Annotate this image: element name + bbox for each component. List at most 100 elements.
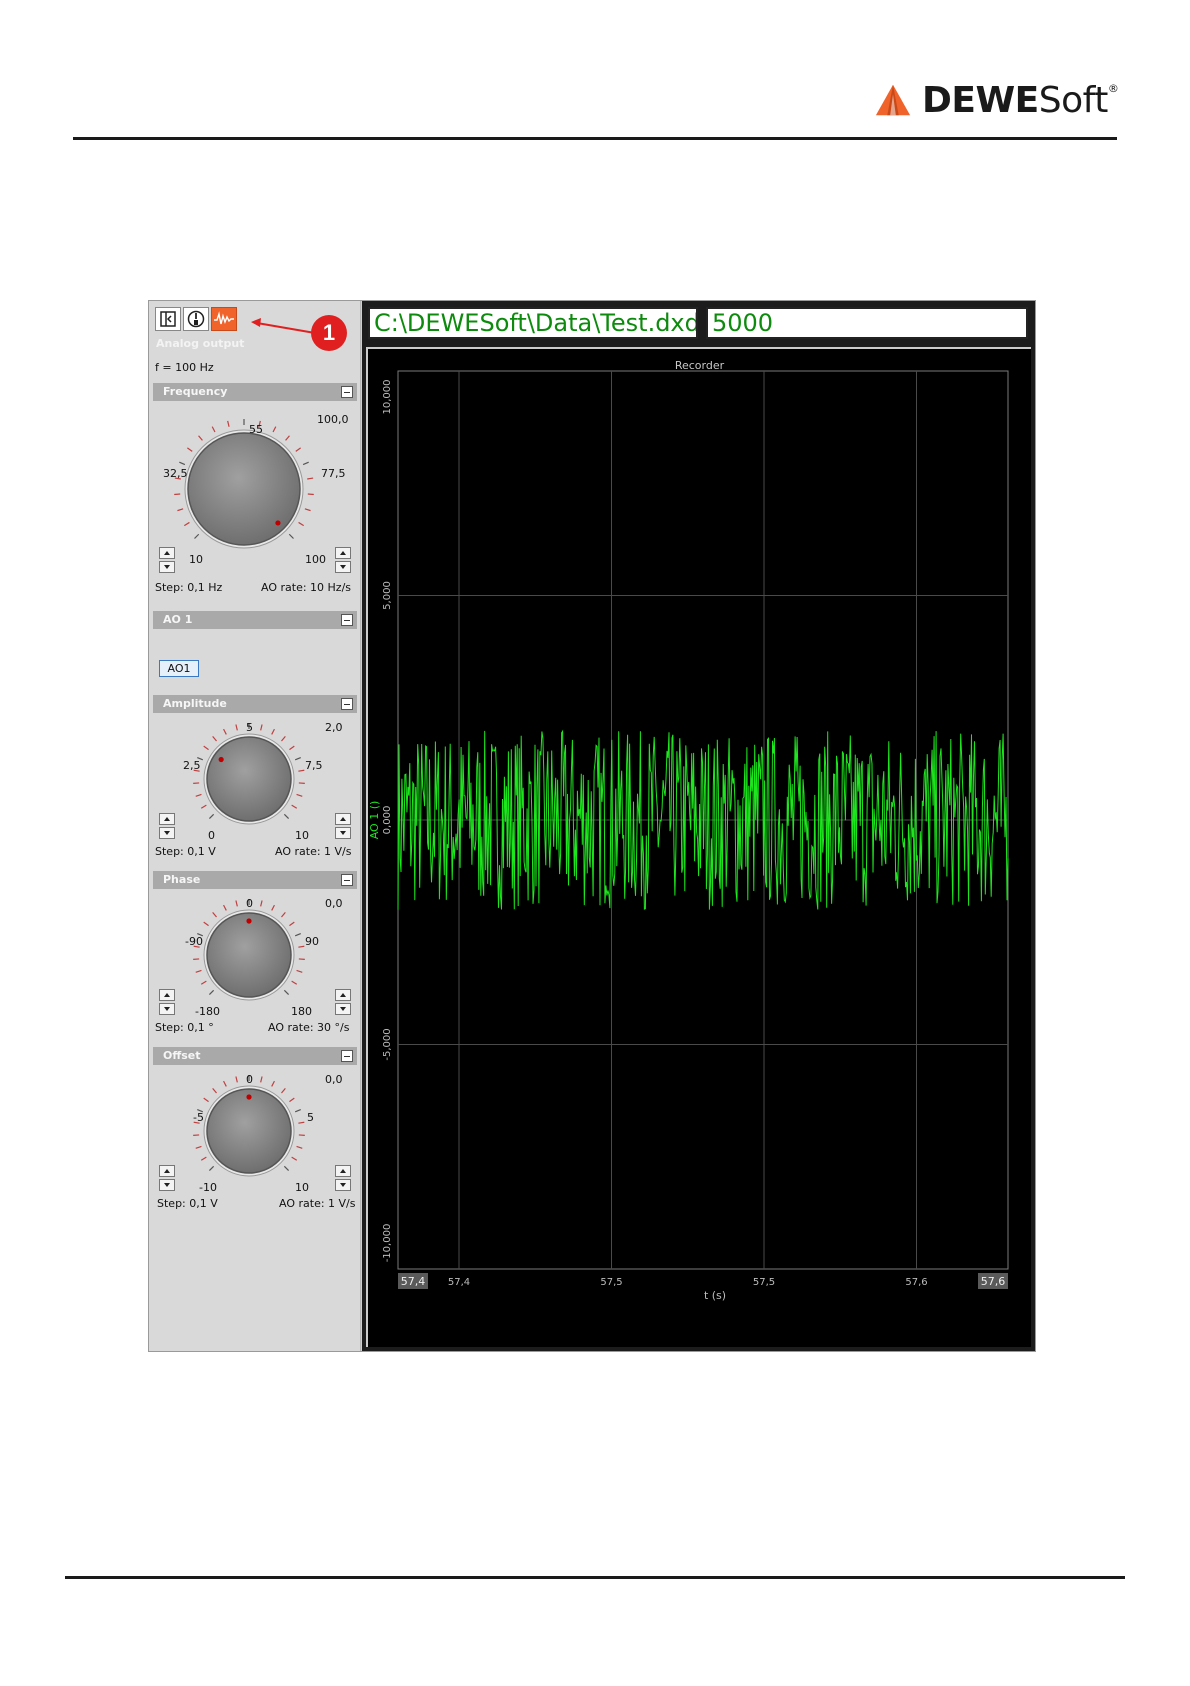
panel-title: Analog output: [156, 337, 245, 350]
y-tick-label: 10,000: [382, 380, 393, 415]
knob-tick: [296, 969, 303, 973]
phase-right-stepper[interactable]: [335, 989, 351, 1015]
callout-badge: 1: [311, 315, 347, 351]
frequency-rate: AO rate: 10 Hz/s: [261, 581, 352, 594]
knob-tick: [194, 533, 200, 539]
knob-tick: [223, 1080, 227, 1087]
knob-tick: [227, 420, 230, 427]
offset-knob[interactable]: [189, 1071, 309, 1191]
offset-step: Step: 0,1 V: [157, 1197, 218, 1210]
knob-tick: [187, 447, 193, 452]
offset-right-stepper[interactable]: [335, 1165, 351, 1191]
knob-tick: [291, 980, 298, 985]
knob-tick: [184, 521, 190, 527]
collapse-icon[interactable]: [341, 698, 353, 710]
knob-tick: [283, 1165, 290, 1172]
knob-tick: [260, 1076, 263, 1083]
x-tick-label: 57,5: [600, 1277, 622, 1288]
knob-tick: [203, 921, 209, 927]
frequency-section-header[interactable]: Frequency: [153, 383, 357, 401]
section-title: Phase: [163, 873, 201, 886]
knob-tick: [295, 447, 301, 452]
knob-tick: [208, 989, 215, 996]
recorder-plot[interactable]: 10,000 5,000 0,000 -5,000 -10,000 AO 1 () 57,4…: [368, 349, 1031, 1347]
knob-tick: [283, 813, 290, 820]
amplitude-value: 2,0: [325, 721, 343, 734]
offset-section-header[interactable]: Offset: [153, 1047, 357, 1065]
value-field[interactable]: 5000: [706, 307, 1028, 339]
header-rule: [73, 137, 1117, 140]
frequency-q1-label: 32,5: [163, 467, 188, 480]
dewesoft-window: 1 Analog output f = 100 Hz Frequency 100…: [148, 300, 1036, 1352]
recorder-chart[interactable]: Recorder 10,000 5,000 0,000 -5,000 -10,000 AO…: [366, 347, 1031, 1347]
phase-left-stepper[interactable]: [159, 989, 175, 1015]
knob-tick: [294, 933, 301, 937]
frequency-mid-label: 55: [249, 423, 263, 436]
gauge-button[interactable]: [183, 307, 209, 331]
knob-tick: [294, 1109, 301, 1113]
collapse-icon[interactable]: [341, 614, 353, 626]
knob-tick: [208, 813, 215, 820]
file-path-field[interactable]: C:\DEWESoft\Data\Test.dxd: [368, 307, 698, 339]
knob-tick: [289, 1097, 295, 1103]
knob-tick: [223, 904, 227, 911]
knob-tick: [294, 757, 301, 761]
x-tick-label: 57,5: [753, 1277, 775, 1288]
amplitude-knob[interactable]: [189, 719, 309, 839]
collapse-icon[interactable]: [341, 874, 353, 886]
amplitude-min-label: 0: [208, 829, 215, 842]
section-title: Offset: [163, 1049, 201, 1062]
amplitude-left-stepper[interactable]: [159, 813, 175, 839]
knob-tick: [272, 426, 277, 433]
phase-section-header[interactable]: Phase: [153, 871, 357, 889]
frequency-right-stepper[interactable]: [335, 547, 351, 573]
knob-tick: [296, 793, 303, 797]
offset-left-stepper[interactable]: [159, 1165, 175, 1191]
knob-tick: [195, 793, 202, 797]
section-title: Amplitude: [163, 697, 227, 710]
frequency-readout: f = 100 Hz: [155, 361, 214, 374]
analog-output-button[interactable]: [211, 307, 237, 331]
logo-text: DEWESoft®: [922, 79, 1119, 121]
knob-body[interactable]: [187, 432, 301, 546]
phase-knob[interactable]: [189, 895, 309, 1015]
amplitude-section-header[interactable]: Amplitude: [153, 695, 357, 713]
knob-body[interactable]: [206, 912, 292, 998]
x-axis-label: t (s): [704, 1289, 726, 1302]
knob-tick: [177, 508, 184, 512]
offset-q3-label: 5: [307, 1111, 314, 1124]
frequency-left-stepper[interactable]: [159, 547, 175, 573]
collapse-icon[interactable]: [341, 386, 353, 398]
footer-rule: [65, 1576, 1125, 1579]
offset-value: 0,0: [325, 1073, 343, 1086]
knob-tick: [260, 724, 263, 731]
phase-mid-label: 0: [246, 897, 253, 910]
offset-rate: AO rate: 1 V/s: [279, 1197, 356, 1210]
knob-tick: [288, 533, 294, 539]
phase-max-label: 180: [291, 1005, 312, 1018]
phase-q1-label: -90: [185, 935, 203, 948]
x-tick-label: 57,4: [448, 1277, 470, 1288]
knob-tick: [289, 745, 295, 751]
knob-tick: [307, 477, 314, 480]
knob-tick: [298, 1121, 305, 1124]
knob-tick: [271, 904, 275, 911]
ao1-channel-chip[interactable]: AO1: [159, 660, 199, 677]
knob-body[interactable]: [206, 736, 292, 822]
frequency-knob[interactable]: [169, 409, 319, 557]
knob-tick: [291, 1156, 298, 1161]
panel-toggle-button[interactable]: [155, 307, 181, 331]
panel-toggle-icon: [160, 311, 176, 327]
amplitude-mid-label: 5: [246, 721, 253, 734]
knob-tick: [212, 912, 217, 918]
amplitude-right-stepper[interactable]: [335, 813, 351, 839]
knob-body[interactable]: [206, 1088, 292, 1174]
collapse-icon[interactable]: [341, 1050, 353, 1062]
frequency-value: 100,0: [317, 413, 349, 426]
ao1-section-header[interactable]: AO 1: [153, 611, 357, 629]
knob-tick: [304, 508, 311, 512]
amplitude-q1-label: 2,5: [183, 759, 201, 772]
knob-tick: [195, 969, 202, 973]
offset-mid-label: 0: [246, 1073, 253, 1086]
knob-tick: [235, 1076, 238, 1083]
